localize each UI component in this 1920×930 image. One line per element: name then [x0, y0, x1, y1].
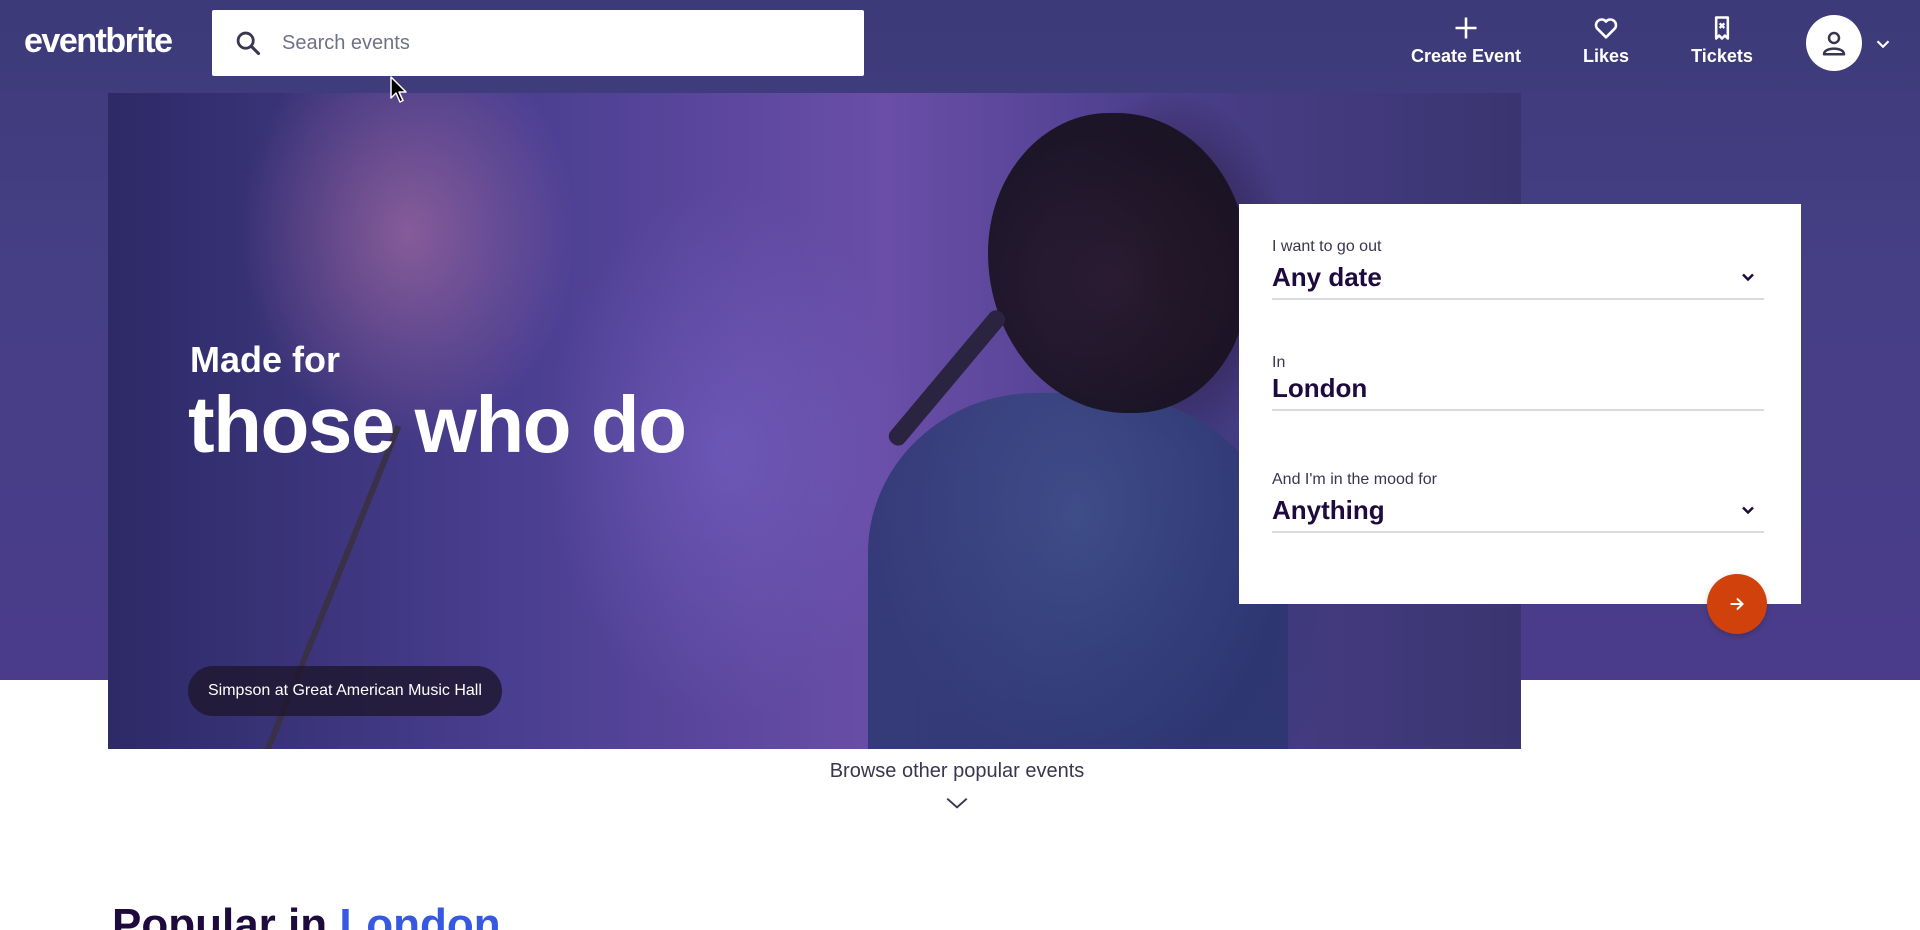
mood-value: Anything [1272, 494, 1385, 525]
likes-label: Likes [1582, 46, 1630, 66]
arrow-right-icon [1730, 597, 1744, 611]
search-bar[interactable] [212, 10, 864, 76]
search-submit-button[interactable] [1707, 574, 1767, 634]
user-icon [1822, 31, 1846, 56]
tickets-button[interactable]: Tickets [1688, 14, 1756, 67]
popular-prefix: Popular in [112, 900, 328, 930]
heart-icon [1594, 18, 1618, 39]
chevron-down-icon[interactable] [944, 790, 970, 816]
create-event-label: Create Event [1410, 46, 1522, 66]
chevron-down-icon [1742, 273, 1754, 282]
hero-title: those who do [188, 380, 687, 469]
hero-caption[interactable]: Simpson at Great American Music Hall [188, 666, 502, 716]
user-avatar[interactable] [1806, 15, 1862, 71]
date-label: I want to go out [1272, 238, 1382, 255]
browse-popular-link[interactable]: Browse other popular events [0, 760, 1914, 783]
eventbrite-logo[interactable]: eventbrite [24, 22, 173, 61]
top-navigation: eventbrite Create Event Likes Tickets [0, 0, 1920, 86]
location-value: London [1272, 372, 1368, 403]
popular-heading: Popular in London [112, 900, 501, 930]
create-event-button[interactable]: Create Event [1410, 14, 1522, 67]
mood-select[interactable]: Anything [1272, 489, 1764, 533]
tickets-label: Tickets [1691, 46, 1753, 66]
location-input[interactable]: London [1272, 367, 1764, 411]
date-value: Any date [1272, 261, 1382, 292]
popular-city-link[interactable]: London [339, 900, 500, 930]
performer-head-shape [988, 113, 1248, 413]
chevron-down-icon[interactable] [1872, 33, 1894, 55]
search-icon [236, 31, 261, 56]
hero-subtitle: Made for [190, 339, 341, 380]
date-select[interactable]: Any date [1272, 256, 1764, 300]
event-filter-card: I want to go out Any date In London And … [1239, 204, 1801, 604]
mouse-cursor-icon [390, 76, 407, 103]
chevron-down-icon [1742, 506, 1754, 515]
plus-icon [1455, 17, 1477, 39]
likes-button[interactable]: Likes [1578, 14, 1634, 67]
ticket-icon [1714, 16, 1730, 40]
search-input[interactable] [282, 10, 842, 76]
mood-label: And I'm in the mood for [1272, 471, 1437, 488]
performer-body-shape [868, 393, 1288, 749]
